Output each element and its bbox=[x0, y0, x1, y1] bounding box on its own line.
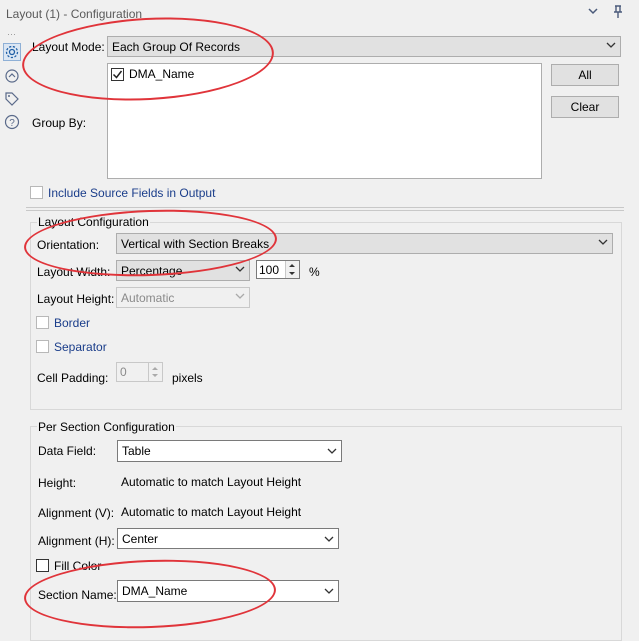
stepper-buttons[interactable] bbox=[148, 363, 162, 381]
drag-handle-icon: ⋯ bbox=[7, 29, 16, 39]
fill-color-checkbox[interactable] bbox=[36, 559, 49, 572]
include-source-checkbox[interactable] bbox=[30, 186, 43, 199]
layout-height-label: Layout Height: bbox=[37, 292, 115, 306]
pin-icon[interactable] bbox=[610, 5, 626, 21]
cell-padding-unit: pixels bbox=[172, 371, 203, 385]
svg-text:?: ? bbox=[9, 118, 15, 129]
layout-mode-value: Each Group Of Records bbox=[112, 40, 241, 54]
data-field-label: Data Field: bbox=[38, 444, 97, 458]
chevron-down-icon bbox=[235, 266, 245, 272]
border-label: Border bbox=[54, 316, 91, 330]
layout-width-value: Percentage bbox=[121, 264, 183, 278]
section-name-label: Section Name: bbox=[38, 588, 117, 602]
layout-height-value: Automatic bbox=[121, 291, 175, 305]
window-title: Layout (1) - Configuration bbox=[6, 7, 143, 21]
include-source-label: Include Source Fields in Output bbox=[48, 186, 216, 200]
layout-width-dropdown[interactable]: Percentage bbox=[116, 260, 250, 281]
layout-mode-label: Layout Mode: bbox=[32, 40, 105, 54]
alignment-v-label: Alignment (V): bbox=[38, 506, 115, 520]
group-by-list[interactable]: DMA_Name bbox=[107, 63, 542, 179]
alignment-h-dropdown[interactable]: Center bbox=[117, 528, 339, 549]
help-icon[interactable]: ? bbox=[4, 114, 20, 130]
data-field-dropdown[interactable]: Table bbox=[117, 440, 342, 462]
side-toolbar: ⋯ ? bbox=[0, 28, 24, 641]
clear-button[interactable]: Clear bbox=[551, 96, 619, 118]
up-down-arrows-icon bbox=[152, 367, 158, 377]
orientation-value: Vertical with Section Breaks bbox=[121, 237, 270, 251]
alignment-h-value: Center bbox=[122, 532, 159, 546]
chevron-down-icon bbox=[324, 536, 334, 542]
stepper-buttons[interactable] bbox=[285, 261, 299, 278]
gear-icon[interactable] bbox=[3, 43, 21, 61]
orientation-dropdown[interactable]: Vertical with Section Breaks bbox=[116, 233, 613, 254]
cell-padding-label: Cell Padding: bbox=[37, 371, 109, 385]
cell-padding-stepper[interactable]: 0 bbox=[116, 362, 163, 382]
section-name-value: DMA_Name bbox=[122, 584, 188, 598]
section-name-dropdown[interactable]: DMA_Name bbox=[117, 580, 339, 602]
layout-height-dropdown[interactable]: Automatic bbox=[116, 287, 250, 308]
layout-width-number: 100 bbox=[259, 263, 280, 277]
layout-width-label: Layout Width: bbox=[37, 265, 111, 279]
layout-mode-dropdown[interactable]: Each Group Of Records bbox=[107, 36, 621, 57]
group-by-checkbox[interactable] bbox=[111, 68, 124, 81]
checkmark-icon bbox=[112, 70, 123, 79]
up-down-arrows-icon bbox=[289, 264, 295, 275]
orientation-label: Orientation: bbox=[37, 238, 100, 252]
alignment-h-label: Alignment (H): bbox=[38, 534, 115, 548]
connection-icon[interactable] bbox=[4, 68, 20, 84]
group-by-item-label: DMA_Name bbox=[129, 67, 195, 81]
data-field-value: Table bbox=[122, 444, 151, 458]
height-label: Height: bbox=[38, 476, 77, 490]
fill-color-label: Fill Color bbox=[54, 559, 102, 573]
title-bar: Layout (1) - Configuration bbox=[0, 0, 639, 28]
layout-width-stepper[interactable]: 100 bbox=[256, 260, 300, 279]
separator-checkbox[interactable] bbox=[36, 340, 49, 353]
chevron-down-icon bbox=[327, 448, 337, 454]
chevron-down-icon bbox=[598, 239, 608, 245]
cell-padding-value: 0 bbox=[120, 365, 127, 379]
alignment-v-value: Automatic to match Layout Height bbox=[121, 505, 302, 519]
chevron-down-icon bbox=[324, 588, 334, 594]
chevron-down-icon bbox=[606, 42, 616, 48]
height-value: Automatic to match Layout Height bbox=[121, 475, 302, 489]
layout-width-unit: % bbox=[309, 265, 320, 279]
chevron-down-icon bbox=[235, 293, 245, 299]
layout-configuration-title: Layout Configuration bbox=[37, 215, 150, 229]
per-section-configuration-title: Per Section Configuration bbox=[37, 420, 176, 434]
divider bbox=[26, 207, 624, 208]
border-checkbox[interactable] bbox=[36, 316, 49, 329]
chevron-down-icon[interactable] bbox=[585, 5, 601, 21]
all-button[interactable]: All bbox=[551, 64, 619, 86]
group-by-label: Group By: bbox=[32, 116, 87, 130]
divider bbox=[26, 210, 624, 211]
tag-icon[interactable] bbox=[4, 91, 20, 107]
separator-label: Separator bbox=[54, 340, 107, 354]
